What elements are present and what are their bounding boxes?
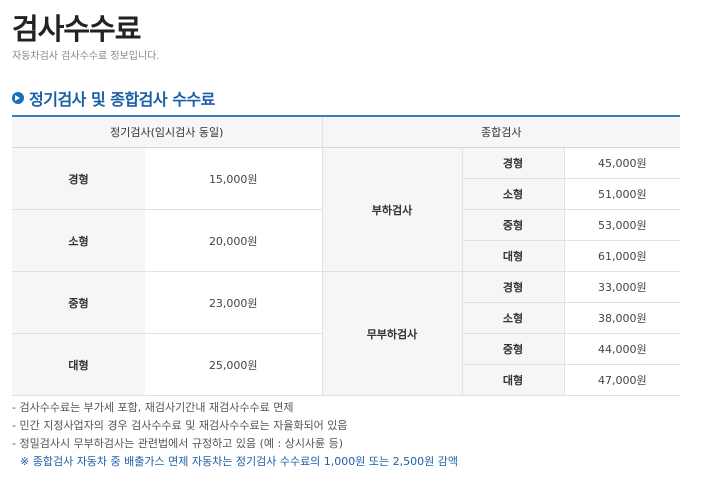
header-comprehensive-inspection: 종합검사 bbox=[321, 115, 681, 148]
comprehensive-fee-cell: 61,000원 bbox=[563, 240, 681, 272]
comprehensive-fee-cell: 51,000원 bbox=[563, 178, 681, 210]
special-note: ※ 종합검사 자동차 중 배출가스 면제 자동차는 정기검사 수수료의 1,00… bbox=[20, 455, 458, 468]
comprehensive-type-cell: 대형 bbox=[461, 240, 564, 272]
comprehensive-group-cell: 무부하검사 bbox=[321, 271, 462, 396]
comprehensive-type-cell: 경형 bbox=[461, 271, 564, 303]
comprehensive-type-cell: 중형 bbox=[461, 333, 564, 365]
comprehensive-type-cell: 중형 bbox=[461, 209, 564, 241]
comprehensive-fee-cell: 47,000원 bbox=[563, 364, 681, 396]
table-header-row: 정기검사(임시검사 동일) 종합검사 bbox=[12, 115, 681, 148]
note-item: - 민간 지정사업자의 경우 검사수수료 및 재검사수수료는 자율화되어 있음 bbox=[12, 419, 348, 432]
comprehensive-fee-cell: 44,000원 bbox=[563, 333, 681, 365]
regular-type-cell: 소형 bbox=[12, 209, 145, 272]
note-item: - 정밀검사시 무부하검사는 관련법에서 규정하고 있음 (예 : 상시사륜 등… bbox=[12, 437, 344, 450]
page-subtitle: 자동차검사 검사수수료 정보입니다. bbox=[12, 51, 160, 62]
fee-table: 정기검사(임시검사 동일) 종합검사 경형 15,000원 부하검사 경형 45… bbox=[12, 115, 681, 396]
notes: - 검사수수료는 부가세 포함, 재검사기간내 재검사수수료 면제 - 민간 지… bbox=[12, 399, 458, 471]
page-title: 검사수수료 bbox=[12, 12, 141, 46]
regular-fee-cell: 20,000원 bbox=[145, 209, 322, 272]
table-row: 경형 15,000원 부하검사 경형 45,000원 bbox=[12, 147, 681, 272]
comprehensive-fee-cell: 53,000원 bbox=[563, 209, 681, 241]
section-header: 정기검사 및 종합검사 수수료 bbox=[12, 86, 215, 110]
comprehensive-type-cell: 대형 bbox=[461, 364, 564, 396]
regular-type-cell: 대형 bbox=[12, 333, 145, 396]
circle-arrow-bullet-icon bbox=[12, 92, 24, 104]
comprehensive-type-cell: 소형 bbox=[461, 178, 564, 210]
comprehensive-fee-cell: 45,000원 bbox=[563, 147, 681, 179]
comprehensive-group-cell: 부하검사 bbox=[321, 147, 462, 272]
header-regular-inspection: 정기검사(임시검사 동일) bbox=[12, 115, 322, 148]
table-row: 중형 23,000원 무부하검사 경형 33,000원 bbox=[12, 271, 681, 396]
regular-type-cell: 경형 bbox=[12, 147, 145, 210]
comprehensive-type-cell: 소형 bbox=[461, 302, 564, 334]
regular-fee-cell: 25,000원 bbox=[145, 333, 322, 396]
regular-fee-cell: 23,000원 bbox=[145, 271, 322, 334]
note-item: - 검사수수료는 부가세 포함, 재검사기간내 재검사수수료 면제 bbox=[12, 401, 294, 414]
comprehensive-fee-cell: 38,000원 bbox=[563, 302, 681, 334]
section-title: 정기검사 및 종합검사 수수료 bbox=[29, 90, 215, 109]
comprehensive-type-cell: 경형 bbox=[461, 147, 564, 179]
regular-type-cell: 중형 bbox=[12, 271, 145, 334]
comprehensive-fee-cell: 33,000원 bbox=[563, 271, 681, 303]
regular-fee-cell: 15,000원 bbox=[145, 147, 322, 210]
